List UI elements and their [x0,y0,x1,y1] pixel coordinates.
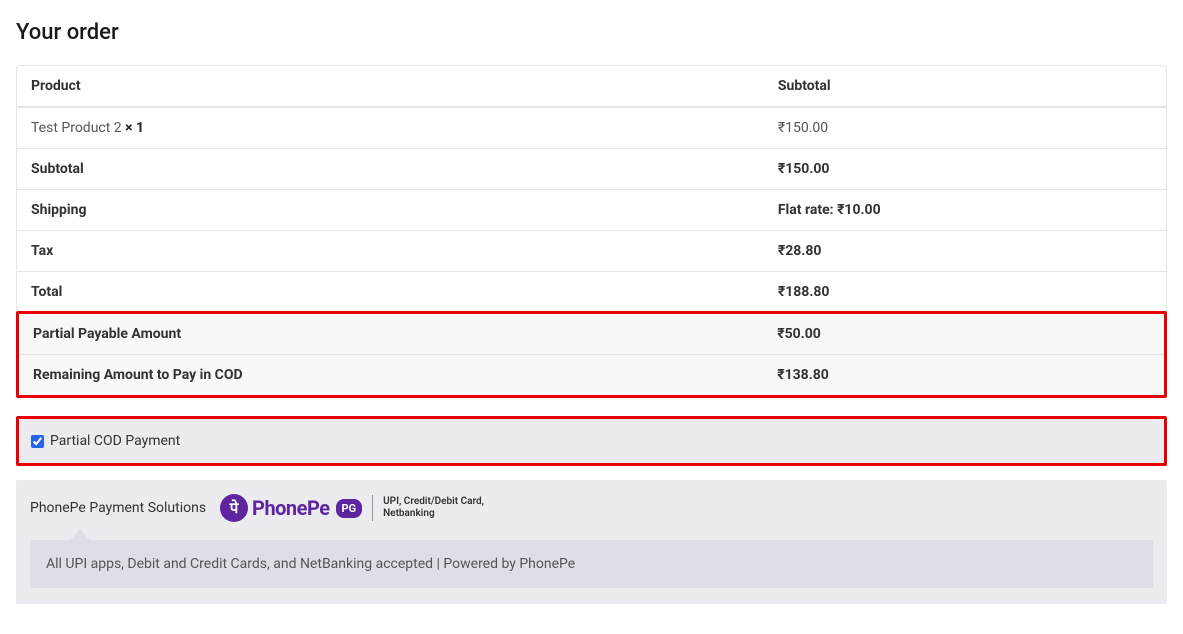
partial-cod-label[interactable]: Partial COD Payment [50,433,180,449]
product-column-header: Product [17,66,764,107]
order-review-table: Product Subtotal Test Product 2 × 1 ₹150… [16,65,1167,313]
payment-method-phonepe[interactable]: PhonePe Payment Solutions पे PhonePe PG … [16,480,1167,604]
total-value: ₹188.80 [764,271,1166,312]
product-name: Test Product 2 [31,120,125,136]
payment-description: All UPI apps, Debit and Credit Cards, an… [30,540,1153,588]
payment-method-title: PhonePe Payment Solutions [30,500,206,516]
partial-payable-value: ₹50.00 [763,314,1164,355]
order-heading: Your order [16,20,1167,45]
shipping-label: Shipping [17,189,764,230]
phonepe-icon: पे [220,494,248,522]
subtotal-column-header: Subtotal [764,66,1166,107]
partial-cod-checkbox[interactable] [31,435,44,448]
pg-badge: PG [336,499,363,518]
partial-payable-label: Partial Payable Amount [19,314,763,355]
partial-cod-option: Partial COD Payment [16,416,1167,466]
product-price: ₹150.00 [764,107,1166,148]
remaining-cod-label: Remaining Amount to Pay in COD [19,355,763,396]
phonepe-wordmark: PhonePe [252,496,329,520]
logo-subtext: UPI, Credit/Debit Card, Netbanking [383,496,484,520]
subtotal-value: ₹150.00 [764,148,1166,189]
partial-payment-highlight: Partial Payable Amount ₹50.00 Remaining … [16,311,1167,398]
total-label: Total [17,271,764,312]
phonepe-logo: पे PhonePe PG UPI, Credit/Debit Card, Ne… [220,494,484,522]
shipping-value: Flat rate: ₹10.00 [764,189,1166,230]
subtotal-label: Subtotal [17,148,764,189]
order-item-row: Test Product 2 × 1 ₹150.00 [17,107,1166,148]
remaining-cod-value: ₹138.80 [763,355,1164,396]
product-quantity: × 1 [125,120,144,136]
logo-divider [372,495,373,521]
tax-label: Tax [17,230,764,271]
tax-value: ₹28.80 [764,230,1166,271]
